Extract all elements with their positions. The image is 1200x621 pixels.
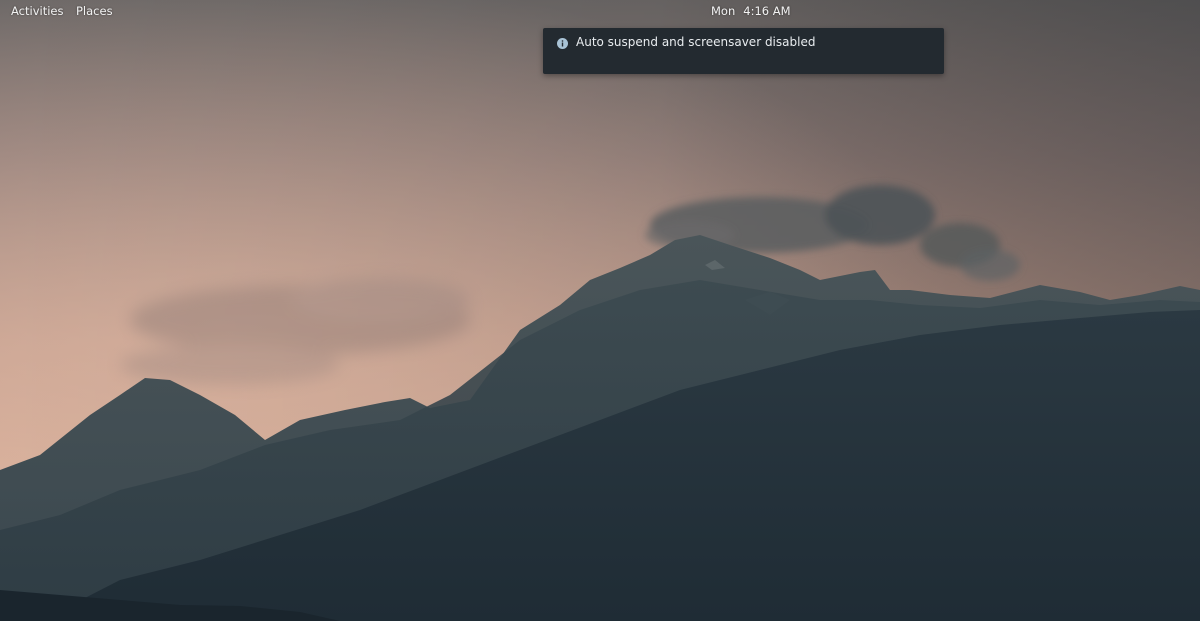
info-icon bbox=[557, 38, 568, 49]
notification-banner[interactable]: Auto suspend and screensaver disabled bbox=[543, 28, 944, 74]
notification-message: Auto suspend and screensaver disabled bbox=[576, 35, 816, 49]
top-bar: Activities Places Mon 4:16 AM bbox=[0, 0, 1200, 22]
activities-button[interactable]: Activities bbox=[11, 0, 63, 22]
clock-time: 4:16 AM bbox=[743, 4, 791, 18]
desktop-wallpaper bbox=[0, 0, 1200, 621]
clock-button[interactable]: Mon 4:16 AM bbox=[711, 0, 791, 22]
places-menu-button[interactable]: Places bbox=[76, 0, 113, 22]
clock-day: Mon bbox=[711, 4, 736, 18]
desktop: Activities Places Mon 4:16 AM Auto suspen… bbox=[0, 0, 1200, 621]
